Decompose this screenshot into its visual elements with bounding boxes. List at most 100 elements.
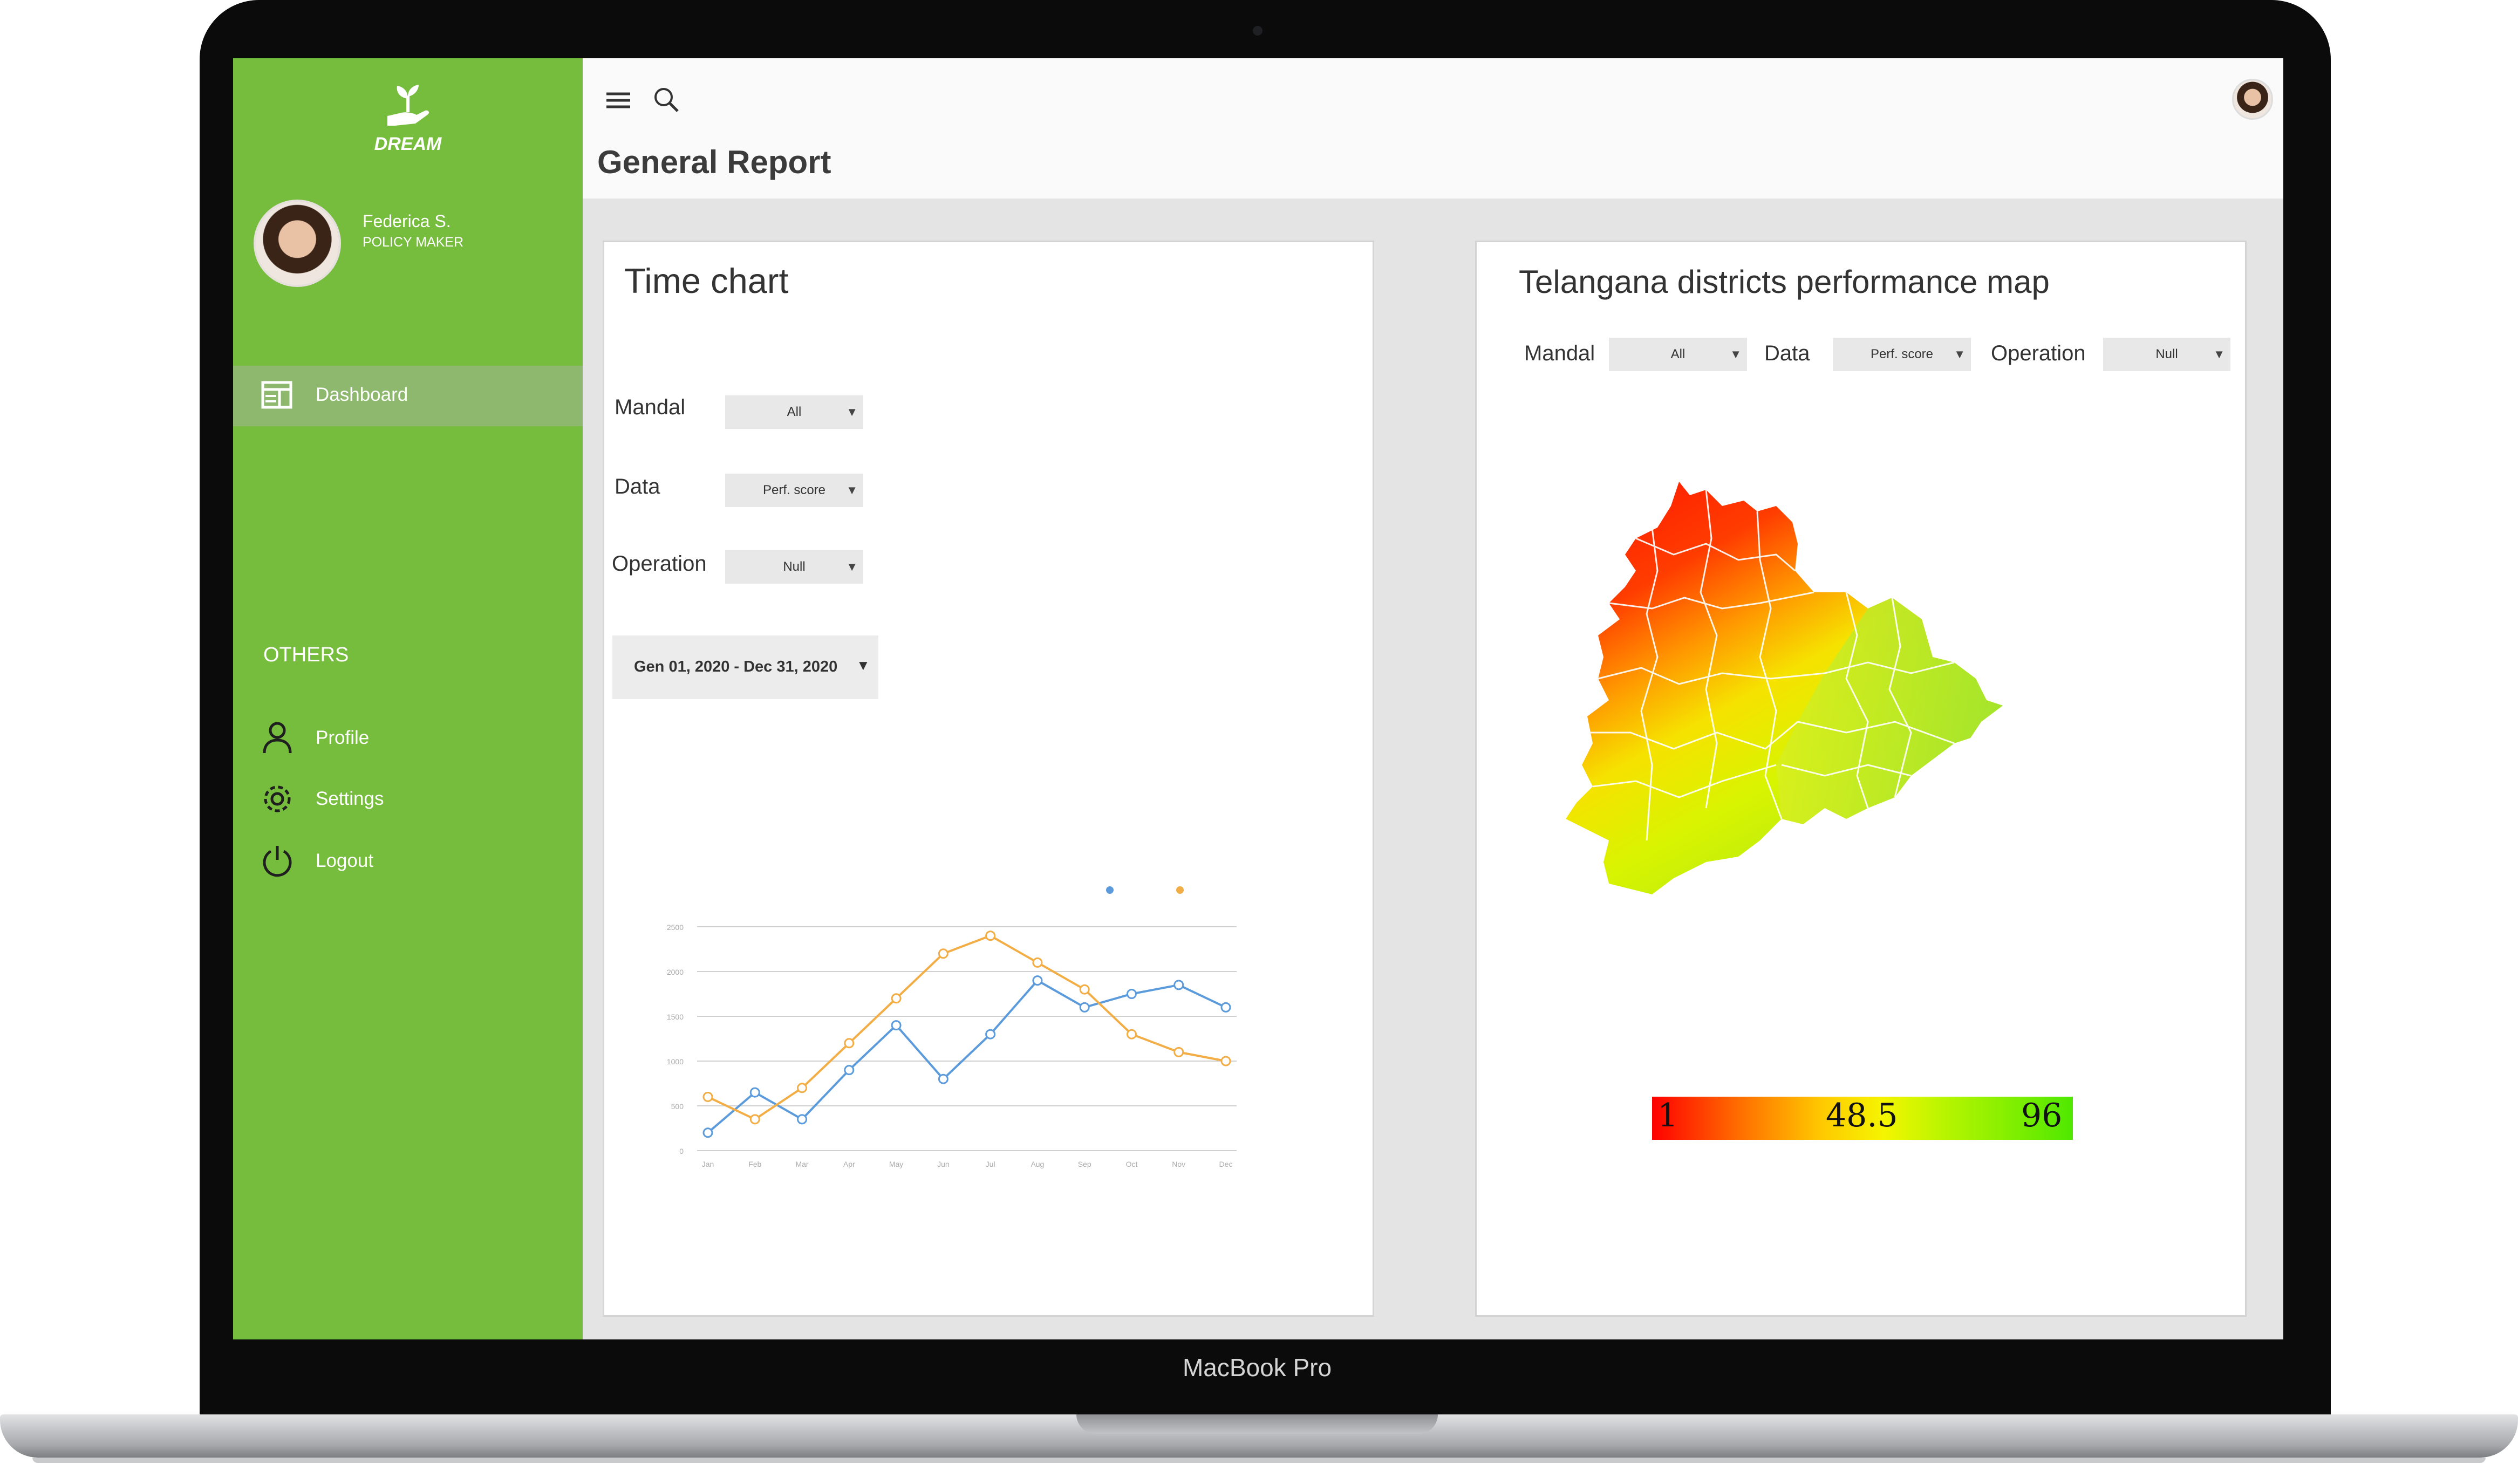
card-title: Time chart bbox=[624, 261, 789, 300]
legend-marker bbox=[1176, 886, 1184, 894]
data-point bbox=[985, 1029, 996, 1040]
sidebar-item-dashboard[interactable]: Dashboard bbox=[233, 366, 583, 426]
x-tick-label: Dec bbox=[1219, 1160, 1233, 1168]
data-select[interactable]: Perf. score ▼ bbox=[725, 474, 863, 507]
chevron-down-icon: ▼ bbox=[2213, 347, 2225, 361]
sidebar-item-label: Profile bbox=[316, 727, 370, 748]
sidebar-item-label: Dashboard bbox=[316, 384, 408, 405]
chevron-down-icon: ▼ bbox=[846, 405, 858, 419]
filter-label-mandal: Mandal bbox=[615, 395, 686, 419]
data-point bbox=[891, 1020, 902, 1031]
camera-icon bbox=[1253, 26, 1263, 36]
data-point bbox=[1220, 1002, 1231, 1013]
data-point bbox=[1079, 984, 1090, 995]
operation-select[interactable]: Null ▼ bbox=[725, 550, 863, 584]
screen: DREAM Federica S. POLICY MAKER Dashboard… bbox=[233, 58, 2283, 1339]
user-icon bbox=[261, 721, 294, 758]
data-point bbox=[702, 1091, 713, 1102]
select-value: Null bbox=[2155, 347, 2178, 361]
sidebar-item-logout[interactable]: Logout bbox=[233, 839, 583, 883]
sidebar-item-label: Settings bbox=[316, 788, 384, 809]
data-point bbox=[1220, 1056, 1231, 1066]
select-value: Perf. score bbox=[1870, 347, 1934, 361]
filter-label-operation: Operation bbox=[612, 552, 707, 576]
x-tick-label: Apr bbox=[843, 1160, 855, 1168]
date-range-picker[interactable]: Gen 01, 2020 - Dec 31, 2020 ▼ bbox=[612, 635, 878, 699]
chevron-down-icon: ▼ bbox=[846, 483, 858, 497]
avatar[interactable] bbox=[254, 200, 341, 287]
data-point bbox=[844, 1065, 855, 1076]
filter-label-operation: Operation bbox=[1991, 341, 2086, 365]
chevron-down-icon: ▼ bbox=[856, 657, 870, 673]
power-icon bbox=[261, 844, 294, 881]
data-point bbox=[797, 1083, 808, 1093]
user-avatar[interactable] bbox=[2232, 79, 2273, 120]
y-tick-label: 2500 bbox=[667, 923, 684, 932]
select-value: Null bbox=[783, 559, 806, 574]
telangana-map[interactable] bbox=[1544, 430, 2224, 1078]
card-title: Telangana districts performance map bbox=[1519, 264, 2050, 300]
user-role: POLICY MAKER bbox=[363, 235, 464, 250]
data-point bbox=[1032, 957, 1043, 968]
legend-marker bbox=[1106, 886, 1114, 894]
search-icon[interactable] bbox=[653, 86, 681, 117]
data-point bbox=[1079, 1002, 1090, 1013]
section-label-others: OTHERS bbox=[263, 644, 349, 666]
data-point bbox=[797, 1114, 808, 1125]
select-value: All bbox=[787, 405, 802, 419]
logo-text: DREAM bbox=[374, 134, 442, 154]
chevron-down-icon: ▼ bbox=[1730, 347, 1742, 361]
series-line bbox=[707, 934, 1226, 1121]
device-label: MacBook Pro bbox=[1182, 1353, 1332, 1382]
x-tick-label: Nov bbox=[1172, 1160, 1185, 1168]
scale-mid: 48.5 bbox=[1826, 1097, 1898, 1134]
y-tick-label: 1500 bbox=[667, 1013, 684, 1021]
data-point bbox=[1173, 980, 1184, 990]
sidebar-item-settings[interactable]: Settings bbox=[233, 777, 583, 820]
filter-label-data: Data bbox=[1764, 341, 1810, 365]
map-data-select[interactable]: Perf. score ▼ bbox=[1833, 338, 1971, 371]
laptop-notch bbox=[1076, 1414, 1438, 1434]
filter-label-data: Data bbox=[615, 475, 660, 498]
data-point bbox=[1126, 1029, 1137, 1040]
x-tick-label: May bbox=[889, 1160, 903, 1168]
gear-icon bbox=[261, 782, 294, 819]
data-point bbox=[702, 1127, 713, 1138]
menu-icon[interactable] bbox=[605, 90, 631, 114]
data-point bbox=[1126, 989, 1137, 999]
page-title: General Report bbox=[597, 144, 831, 180]
data-point bbox=[749, 1114, 760, 1125]
sidebar-item-label: Logout bbox=[316, 850, 374, 871]
data-point bbox=[938, 948, 948, 959]
x-tick-label: Jan bbox=[702, 1160, 714, 1168]
dashboard-icon bbox=[261, 381, 292, 412]
data-point bbox=[749, 1087, 760, 1098]
select-value: All bbox=[1670, 347, 1686, 361]
select-value: Perf. score bbox=[762, 483, 826, 497]
data-point bbox=[938, 1073, 948, 1084]
x-tick-label: Jun bbox=[937, 1160, 950, 1168]
y-tick-label: 0 bbox=[679, 1147, 684, 1155]
data-point bbox=[891, 993, 902, 1004]
data-point bbox=[985, 931, 996, 941]
x-tick-label: Feb bbox=[748, 1160, 761, 1168]
mandal-select[interactable]: All ▼ bbox=[725, 395, 863, 429]
date-range-value: Gen 01, 2020 - Dec 31, 2020 bbox=[634, 658, 838, 675]
x-tick-label: Aug bbox=[1031, 1160, 1044, 1168]
plant-hand-icon[interactable] bbox=[376, 83, 440, 134]
line-chart: 0 500 1000 1500 2000 2500 Jan Feb Mar Apr May Jun Ju… bbox=[667, 886, 1237, 1168]
y-tick-label: 1000 bbox=[667, 1057, 684, 1066]
scale-max: 96 bbox=[2021, 1097, 2063, 1134]
data-point bbox=[844, 1038, 855, 1049]
sidebar-item-profile[interactable]: Profile bbox=[233, 716, 583, 760]
color-scale-bar: 1 48.5 96 bbox=[1652, 1097, 2073, 1140]
y-tick-label: 500 bbox=[671, 1102, 684, 1111]
filter-label-mandal: Mandal bbox=[1524, 341, 1595, 365]
map-operation-select[interactable]: Null ▼ bbox=[2103, 338, 2230, 371]
header bbox=[583, 58, 2283, 199]
map-mandal-select[interactable]: All ▼ bbox=[1609, 338, 1747, 371]
scale-min: 1 bbox=[1657, 1097, 1678, 1134]
series-line bbox=[707, 979, 1226, 1134]
chevron-down-icon: ▼ bbox=[846, 560, 858, 573]
user-name: Federica S. bbox=[363, 211, 451, 231]
